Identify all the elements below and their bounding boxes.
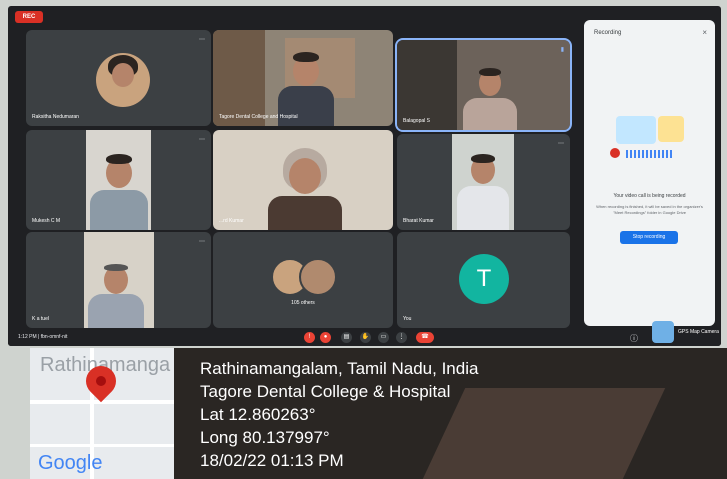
location-line: Rathinamangalam, Tamil Nadu, India: [200, 359, 479, 378]
recording-heading: Your video call is being recorded: [613, 193, 686, 199]
participant-tile[interactable]: ⋯ Raksitha Nedumaran: [26, 30, 211, 126]
google-logo: Google: [38, 452, 103, 474]
meet-toolbar: 1:12 PM | fbn-omnf-nit ! ● ▤ ✋ ▭ ⋮ ☎ ⓘ: [8, 330, 721, 346]
datetime: 18/02/22 01:13 PM: [200, 451, 344, 470]
participant-tile[interactable]: ⋯ Mukesh C M: [26, 130, 211, 230]
participant-tile[interactable]: ...rd Kumar: [213, 130, 393, 230]
participant-name: Raksitha Nedumaran: [32, 114, 79, 120]
avatar: [299, 258, 337, 296]
gps-camera-label: GPS Map Camera: [678, 329, 719, 335]
self-tile[interactable]: T You: [397, 232, 570, 328]
gps-camera-icon: [652, 321, 674, 343]
longitude: Long 80.137997°: [200, 428, 330, 447]
mic-icon: ⋯: [199, 137, 205, 143]
camera-icon[interactable]: ●: [320, 332, 331, 343]
speaking-icon: ▮: [560, 47, 564, 53]
participant-tile[interactable]: ⋯ K a tuel: [26, 232, 211, 328]
others-tile[interactable]: 105 others: [213, 232, 393, 328]
participant-name: Tagore Dental College and Hospital: [219, 114, 298, 120]
end-call-button[interactable]: ☎: [416, 332, 434, 343]
mic-icon: ⋯: [199, 239, 205, 245]
participant-name: You: [403, 316, 412, 322]
place-line: Tagore Dental College & Hospital: [200, 382, 451, 401]
latitude: Lat 12.860263°: [200, 405, 316, 424]
avatar-initial: T: [476, 265, 492, 292]
participant-tile-active[interactable]: ▮ Balagopal S: [395, 38, 572, 132]
recording-illustration: [606, 108, 692, 166]
more-options-icon[interactable]: ⋮: [396, 332, 407, 343]
close-icon[interactable]: ×: [702, 28, 707, 37]
gps-caption: Rathinamangalam, Tamil Nadu, India Tagor…: [200, 357, 478, 472]
info-icon[interactable]: ⓘ: [630, 333, 638, 344]
meeting-time-code: 1:12 PM | fbn-omnf-nit: [18, 334, 68, 340]
stop-recording-button[interactable]: Stop recording: [620, 231, 678, 244]
participant-tile[interactable]: ⋯ Bharat Kumar: [397, 134, 570, 230]
monitor-screen: REC ⋯ Raksitha Nedumaran Tagore Dental C…: [8, 6, 721, 346]
participant-name: ...rd Kumar: [219, 218, 244, 224]
panel-title: Recording: [594, 30, 622, 36]
mic-icon: ⋯: [199, 37, 205, 43]
others-count: 105 others: [291, 300, 315, 306]
participant-name: Mukesh C M: [32, 218, 61, 224]
mic-off-icon[interactable]: !: [304, 332, 315, 343]
participant-name: K a tuel: [32, 316, 49, 322]
participant-name: Bharat Kumar: [403, 218, 434, 224]
raise-hand-icon[interactable]: ✋: [360, 332, 371, 343]
map-thumbnail: Rathinamanga Google: [30, 348, 174, 479]
participant-name: Balagopal S: [403, 118, 430, 124]
mic-icon: ⋯: [558, 141, 564, 147]
rec-badge: REC: [15, 11, 43, 23]
recording-panel: Recording × Your video call is being rec…: [584, 20, 715, 326]
present-icon[interactable]: ▭: [378, 332, 389, 343]
captions-icon[interactable]: ▤: [341, 332, 352, 343]
participant-tile[interactable]: Tagore Dental College and Hospital: [213, 30, 393, 126]
recording-subtext: When recording is finished, it will be s…: [596, 204, 703, 215]
